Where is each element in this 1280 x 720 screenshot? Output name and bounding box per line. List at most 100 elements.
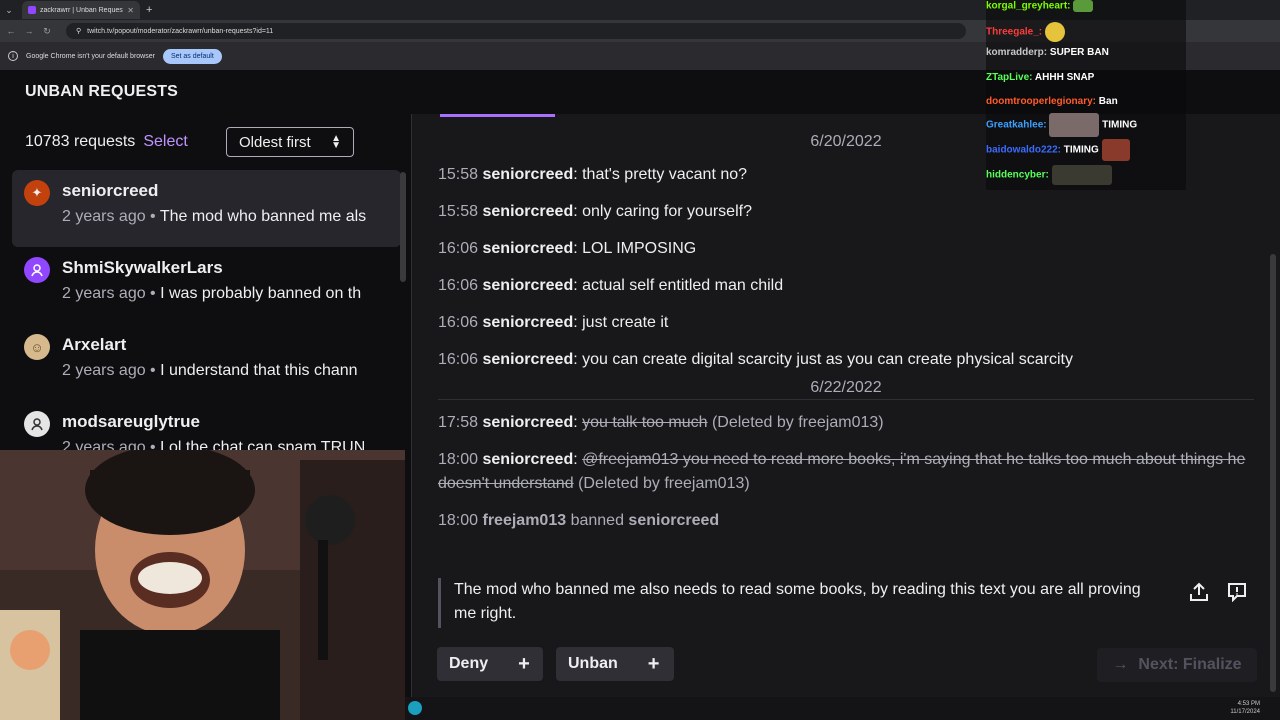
- unban-plus-icon: +: [647, 652, 660, 675]
- deleted-tag: (Deleted by freejam013): [578, 475, 750, 492]
- overlay-user: ZTapLive:: [986, 72, 1033, 83]
- overlay-chat-line: baidowaldo222: TIMING: [986, 139, 1130, 161]
- request-time: 2 years ago: [62, 208, 146, 225]
- popcorn-emote-icon: [1044, 22, 1065, 42]
- select-link[interactable]: Select: [143, 133, 187, 151]
- chat-message: 15:58 seniorcreed: only caring for yours…: [438, 203, 752, 220]
- moderator-name[interactable]: freejam013: [483, 512, 567, 529]
- message-user[interactable]: seniorcreed: [483, 166, 574, 183]
- monkey-emote-icon: [1051, 165, 1112, 185]
- message-time: 16:06: [438, 314, 479, 331]
- overlay-user: doomtrooperlegionary:: [986, 96, 1097, 107]
- browser-tab[interactable]: zackrawrr | Unban Requests - T ✕: [22, 1, 140, 19]
- report-icon[interactable]: [1225, 580, 1249, 604]
- reason-text: The mod who banned me also needs to read…: [454, 581, 1141, 622]
- message-user[interactable]: seniorcreed: [483, 314, 574, 331]
- app-taskbar-icon[interactable]: [408, 701, 422, 715]
- avatar: [24, 257, 50, 283]
- log-scrollbar[interactable]: [1270, 254, 1276, 692]
- tab-title: zackrawrr | Unban Requests - T: [40, 6, 123, 14]
- request-time: 2 years ago: [62, 285, 146, 302]
- clock-time: 4:53 PM: [1237, 701, 1260, 707]
- share-icon[interactable]: [1187, 580, 1211, 604]
- message-time: 18:00: [438, 512, 479, 529]
- request-username: modsareuglytrue: [62, 412, 200, 431]
- message-text: just create it: [582, 314, 669, 331]
- message-user[interactable]: seniorcreed: [483, 240, 574, 257]
- chat-message: 16:06 seniorcreed: just create it: [438, 314, 669, 331]
- chat-message: 16:06 seniorcreed: LOL IMPOSING: [438, 240, 697, 257]
- message-text: LOL IMPOSING: [582, 240, 697, 257]
- overlay-user: baidowaldo222:: [986, 144, 1062, 156]
- taskbar-clock[interactable]: 4:53 PM 11/17/2024: [1230, 700, 1260, 716]
- message-time: 17:58: [438, 414, 479, 431]
- tab-close-icon[interactable]: ✕: [127, 6, 134, 15]
- stream-chat-overlay: korgal_greyheart: Threegale_: komradderp…: [986, 0, 1186, 190]
- request-username: Arxelart: [62, 335, 127, 354]
- sidebar-toolbar: 10783 requests Select Oldest first ▲ ▼: [0, 114, 411, 170]
- page-title: UNBAN REQUESTS: [25, 83, 179, 100]
- overlay-text: SUPER BAN: [1049, 47, 1109, 58]
- date-separator: 6/22/2022: [438, 376, 1254, 400]
- message-time: 18:00: [438, 451, 479, 468]
- new-tab-icon[interactable]: +: [146, 4, 152, 16]
- deleted-message: 18:00 seniorcreed: @freejam013 you need …: [438, 451, 1246, 492]
- sidebar-scrollbar[interactable]: [400, 172, 406, 282]
- message-text: that's pretty vacant no?: [582, 166, 748, 183]
- overlay-chat-line: Threegale_:: [986, 22, 1065, 42]
- avatar: ✦: [24, 180, 50, 206]
- chat-message: 16:06 seniorcreed: you can create digita…: [438, 351, 1073, 368]
- request-username: ShmiSkywalkerLars: [62, 258, 223, 277]
- arrow-right-icon: →: [1112, 656, 1129, 673]
- back-icon[interactable]: ←: [6, 26, 16, 36]
- date-label: 6/22/2022: [810, 379, 882, 396]
- request-username: seniorcreed: [62, 181, 159, 200]
- overlay-text: TIMING: [1102, 119, 1138, 131]
- chat-message: 16:06 seniorcreed: actual self entitled …: [438, 277, 784, 294]
- chat-log: 6/20/2022 15:58 seniorcreed: that's pret…: [438, 130, 1254, 546]
- twitch-favicon-icon: [28, 6, 36, 14]
- request-item-arxelart[interactable]: ☺ Arxelart 2 years ago • I understand th…: [12, 324, 401, 401]
- overlay-chat-line: doomtrooperlegionary: Ban: [986, 96, 1118, 107]
- chat-log-panel: 6/20/2022 15:58 seniorcreed: that's pret…: [412, 114, 1280, 720]
- request-item-shmiskywalkerlars[interactable]: ShmiSkywalkerLars 2 years ago • I was pr…: [12, 247, 401, 324]
- infobar-text: Google Chrome isn't your default browser: [26, 52, 155, 60]
- ban-event: 18:00 freejam013 banned seniorcreed: [438, 509, 1254, 533]
- overlay-text: AHHH SNAP: [1034, 72, 1095, 83]
- chrome-info-icon: i: [8, 51, 18, 61]
- default-avatar-icon: [31, 264, 43, 277]
- next-finalize-button[interactable]: → Next: Finalize: [1097, 648, 1257, 682]
- tab-search-icon[interactable]: ⌄: [0, 0, 18, 20]
- frog-emote-icon: [1073, 0, 1094, 12]
- message-user[interactable]: seniorcreed: [483, 451, 574, 468]
- message-user[interactable]: seniorcreed: [483, 351, 574, 368]
- message-time: 16:06: [438, 277, 479, 294]
- clock-date: 11/17/2024: [1230, 709, 1260, 715]
- message-user[interactable]: seniorcreed: [483, 414, 574, 431]
- forward-icon[interactable]: →: [24, 26, 34, 36]
- next-label: Next: Finalize: [1138, 656, 1242, 673]
- avatar: ☺: [24, 334, 50, 360]
- deleted-tag: (Deleted by freejam013): [711, 414, 884, 431]
- site-info-icon[interactable]: ⚲: [76, 27, 81, 35]
- set-default-button[interactable]: Set as default: [162, 48, 222, 64]
- overlay-chat-line: hiddencyber:: [986, 165, 1112, 185]
- webcam-image: [0, 450, 405, 720]
- banned-user[interactable]: seniorcreed: [628, 512, 719, 529]
- sort-chevron-icon: ▲ ▼: [331, 133, 341, 151]
- sort-dropdown[interactable]: Oldest first ▲ ▼: [226, 127, 354, 157]
- os-taskbar: 4:53 PM 11/17/2024: [405, 697, 1280, 720]
- overlay-chat-line: komradderp: SUPER BAN: [986, 47, 1109, 58]
- request-snippet: I was probably banned on th: [160, 285, 362, 302]
- message-user[interactable]: seniorcreed: [483, 277, 574, 294]
- unban-button[interactable]: Unban +: [556, 647, 674, 681]
- overlay-text: Ban: [1098, 96, 1118, 107]
- message-user[interactable]: seniorcreed: [483, 203, 574, 220]
- overlay-chat-line: ZTapLive: AHHH SNAP: [986, 72, 1094, 83]
- active-tab-indicator: [440, 114, 555, 117]
- address-bar[interactable]: ⚲ twitch.tv/popout/moderator/zackrawrr/u…: [66, 23, 966, 39]
- request-item-seniorcreed[interactable]: ✦ seniorcreed 2 years ago • The mod who …: [12, 170, 401, 247]
- deny-button[interactable]: Deny +: [437, 647, 543, 681]
- avatar: [24, 411, 50, 437]
- reload-icon[interactable]: ↻: [42, 26, 52, 37]
